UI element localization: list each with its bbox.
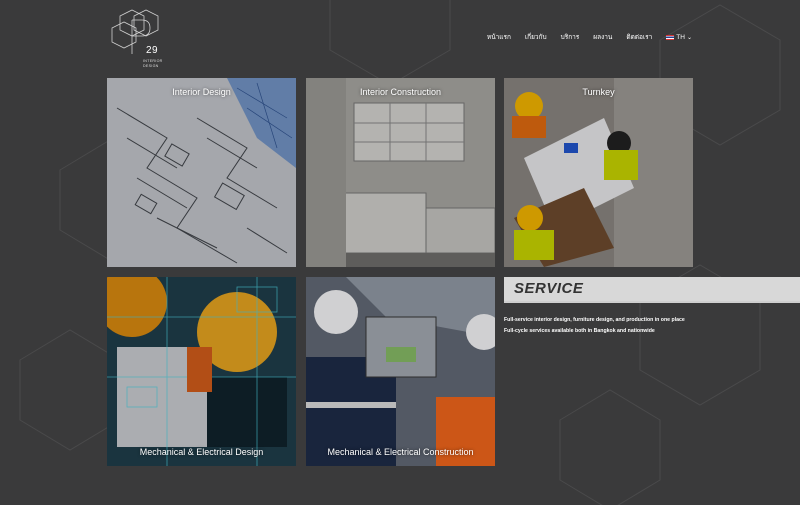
logo[interactable]: 29 INTERIOR DESIGN xyxy=(110,8,172,68)
tile-mechanical-electrical-design[interactable]: Mechanical & Electrical Design xyxy=(107,277,296,466)
service-text-line2: Full-cycle services available both in Ba… xyxy=(504,328,655,334)
service-divider xyxy=(504,301,800,303)
main-nav: หน้าแรก เกี่ยวกับ บริการ ผลงาน ติดต่อเรา… xyxy=(487,32,692,42)
chevron-down-icon: ⌄ xyxy=(686,34,692,41)
nav-item-services[interactable]: บริการ xyxy=(561,32,580,42)
nav-item-home[interactable]: หน้าแรก xyxy=(487,32,511,42)
blueprint-image xyxy=(107,78,296,267)
cabinet-image xyxy=(306,78,495,267)
nav-item-about[interactable]: เกี่ยวกับ xyxy=(525,32,547,42)
language-label: TH xyxy=(676,33,685,41)
electricians-image xyxy=(306,277,495,466)
tile-mechanical-electrical-construction[interactable]: Mechanical & Electrical Construction xyxy=(306,277,495,466)
service-description: Full-service interior design, furniture … xyxy=(504,316,694,338)
logo-number: 29 xyxy=(146,45,159,56)
logo-text-line2: DESIGN xyxy=(143,64,159,68)
logo-text-line1: INTERIOR xyxy=(143,59,163,63)
tile-turnkey[interactable]: Turnkey xyxy=(504,78,693,267)
tile-caption: Interior Design xyxy=(172,87,231,97)
tile-caption: Interior Construction xyxy=(359,87,442,97)
nav-item-contact[interactable]: ติดต่อเรา xyxy=(626,32,652,42)
tile-interior-design[interactable]: Interior Design xyxy=(107,78,296,267)
engineering-design-image xyxy=(107,277,296,466)
service-title: SERVICE xyxy=(514,280,584,297)
language-selector[interactable]: TH ⌄ xyxy=(666,34,692,41)
workers-plans-image xyxy=(504,78,693,267)
service-text-line1: Full-service interior design, furniture … xyxy=(504,317,685,323)
thai-flag-icon xyxy=(666,34,675,40)
tile-interior-construction[interactable]: Interior Construction xyxy=(306,78,495,267)
service-header-bar: SERVICE xyxy=(504,277,800,301)
tile-caption: Mechanical & Electrical Design xyxy=(139,447,264,457)
tile-caption: Turnkey xyxy=(582,87,615,97)
tile-caption: Mechanical & Electrical Construction xyxy=(327,447,474,457)
nav-item-portfolio[interactable]: ผลงาน xyxy=(593,32,612,42)
